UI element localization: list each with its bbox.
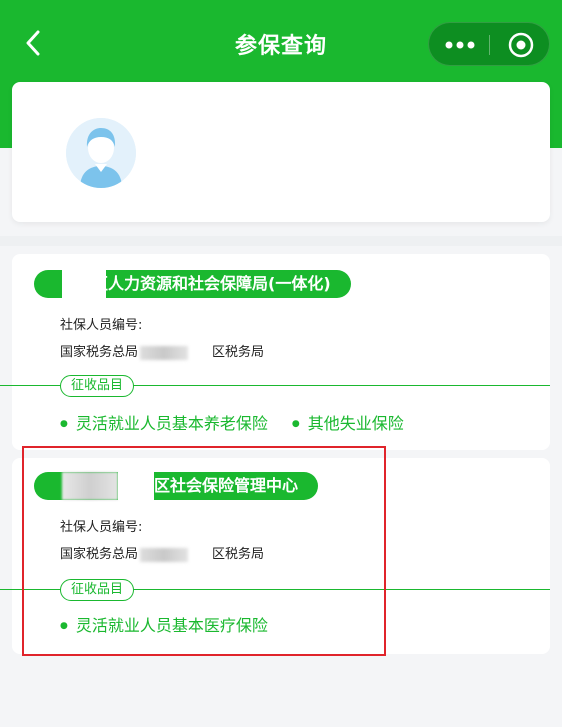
redacted-region (140, 547, 189, 562)
org-name-pill: 区社会保险管理中心 (34, 472, 319, 500)
list-item: 灵活就业人员基本医疗保险 (60, 612, 268, 636)
user-avatar-icon (66, 118, 136, 188)
tax-bureau: 国家税务总局 区税务局 (60, 345, 265, 360)
profile-card (12, 82, 550, 222)
redacted-region (62, 270, 106, 298)
social-security-id-label: 社保人员编号: (60, 520, 143, 535)
target-close-icon (508, 32, 533, 58)
collection-items-tag: 征收品目 (60, 579, 135, 601)
list-item: 其他失业保险 (292, 410, 404, 434)
mini-program-capsule (428, 22, 550, 66)
org-name: 区人力资源和社会保障局(一体化) (92, 274, 331, 293)
more-button[interactable] (429, 23, 490, 67)
tax-bureau: 国家税务总局 区税务局 (60, 547, 265, 562)
redacted-region (62, 472, 118, 500)
collection-items-list: 灵活就业人员基本养老保险 其他失业保险 (60, 410, 404, 434)
section-divider (0, 236, 562, 246)
redacted-region (118, 472, 154, 500)
insurance-card[interactable]: 区社会保险管理中心 社保人员编号: 国家税务总局区税务局 征收品目 灵活就业人员… (0, 458, 550, 654)
nav-bar: 参保查询 (0, 0, 562, 88)
redacted-region (140, 345, 189, 360)
org-name-pill: 区人力资源和社会保障局(一体化) (34, 270, 351, 298)
list-item: 灵活就业人员基本养老保险 (60, 410, 268, 434)
more-dots-icon (445, 41, 474, 49)
insurance-card[interactable]: 区人力资源和社会保障局(一体化) 社保人员编号: 国家税务总局 区税务局 征收品目… (0, 254, 550, 450)
collection-items-list: 灵活就业人员基本医疗保险 (60, 612, 268, 636)
social-security-id-label: 社保人员编号: (60, 318, 143, 333)
org-name: 区社会保险管理中心 (154, 476, 299, 495)
close-button[interactable] (490, 23, 551, 67)
collection-items-tag: 征收品目 (60, 375, 135, 397)
